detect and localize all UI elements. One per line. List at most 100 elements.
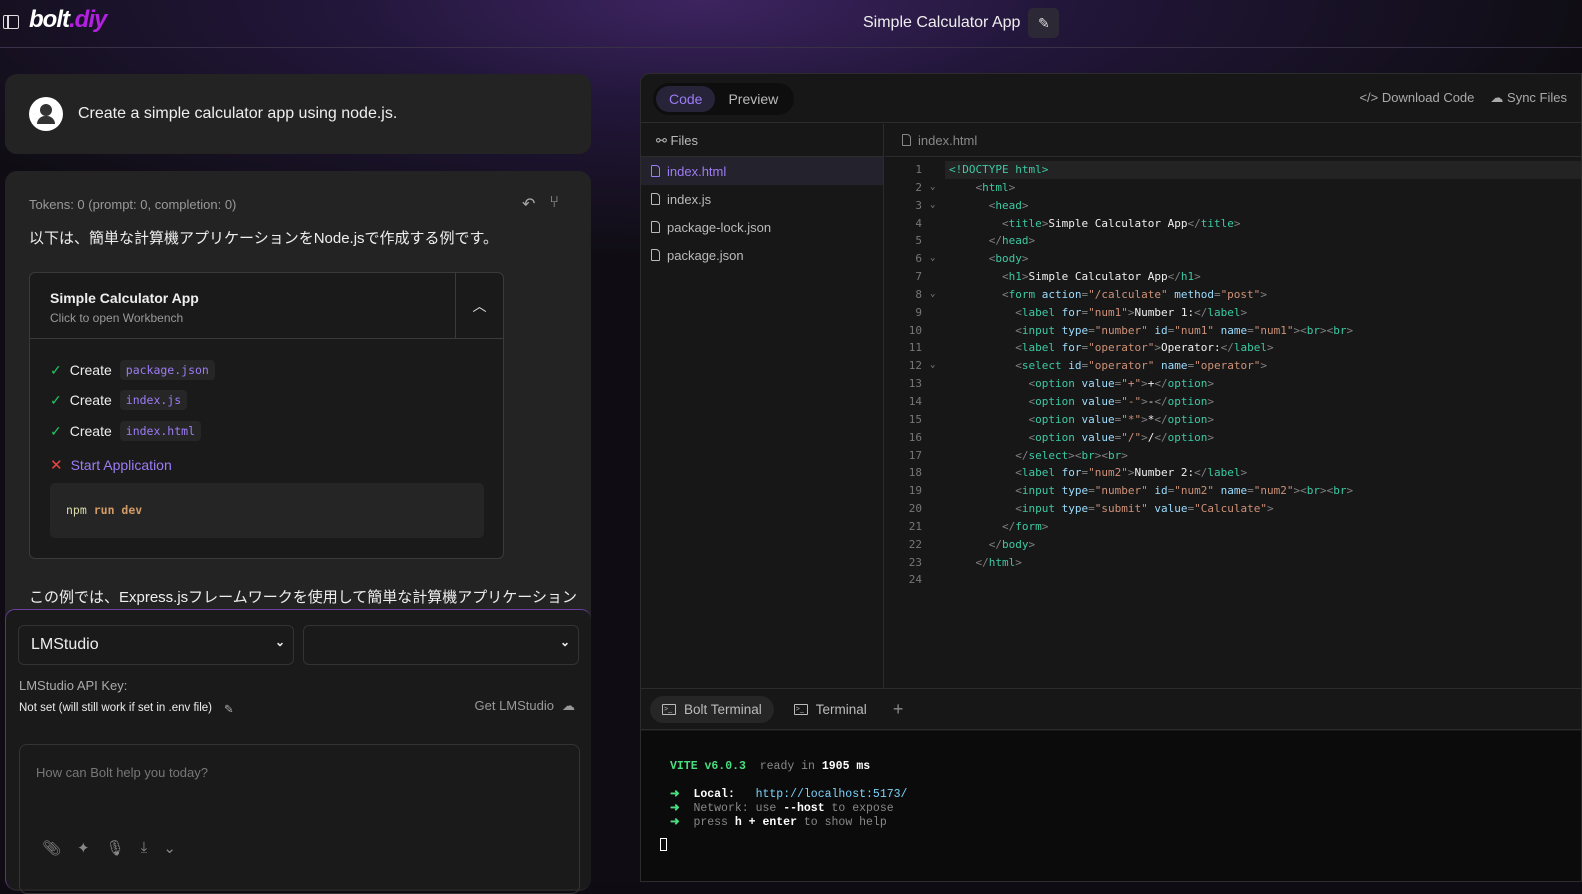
fold-chevron-icon[interactable]: ⌄: [930, 286, 935, 304]
check-icon: ✓: [50, 361, 62, 378]
fold-chevron-icon[interactable]: ⌄: [930, 357, 935, 375]
provider-select[interactable]: LMStudio ⌄: [18, 625, 294, 665]
logo[interactable]: bolt.diy: [29, 6, 107, 34]
token-count: Tokens: 0 (prompt: 0, completion: 0): [29, 197, 237, 212]
line-number: 1: [915, 163, 922, 176]
download-code-button[interactable]: </> Download Code: [1359, 90, 1474, 106]
file-chip[interactable]: package.json: [119, 360, 215, 380]
check-icon: ✓: [50, 422, 62, 439]
pencil-icon[interactable]: ✎: [224, 702, 234, 716]
assistant-intro: 以下は、簡単な計算機アプリケーションをNode.jsで作成する例です。: [29, 230, 499, 247]
artifact-subtitle: Click to open Workbench: [50, 311, 184, 325]
line-number: 20: [908, 502, 922, 516]
file-item[interactable]: package.json: [641, 241, 883, 269]
workbench: Code Preview </> Download Code ☁ Sync File…: [640, 73, 1582, 882]
model-select[interactable]: ⌄: [303, 625, 579, 665]
code-text: <body>: [988, 252, 1029, 266]
code-line: 7 <h1>Simple Calculator App</h1>: [885, 268, 1581, 286]
fork-icon[interactable]: ⑂: [549, 194, 559, 214]
start-label: Start Application: [70, 457, 172, 473]
prompt-input[interactable]: How can Bolt help you today? 📎︎ ✦ 🎙︎ ⤓ ⌄: [19, 744, 580, 894]
tab-terminal[interactable]: >_ Terminal: [782, 696, 879, 723]
chevron-up-icon: ︿: [472, 298, 487, 314]
file-item[interactable]: index.html: [641, 157, 883, 185]
code-line: 12 ⌄ <select id="operator" name="operator…: [885, 357, 1581, 375]
code-line: 18 <label for="num2">Number 2:</label>: [885, 464, 1581, 482]
enhance-icon[interactable]: ✦: [77, 839, 90, 857]
fold-chevron-icon[interactable]: ⌄: [930, 197, 935, 215]
get-provider-label: Get LMStudio: [474, 698, 555, 713]
line-number: 24: [908, 573, 922, 587]
code-line: 6 ⌄ <body>: [885, 250, 1581, 268]
code-text: <input type="number" id="num2" name="num…: [1015, 484, 1354, 498]
open-workbench-button[interactable]: Simple Calculator App Click to open Work…: [30, 273, 503, 339]
expose-text: to expose: [831, 802, 894, 815]
microphone-icon[interactable]: 🎙︎: [106, 839, 125, 857]
line-number: 16: [908, 430, 922, 444]
action-verb: Create: [69, 362, 112, 378]
edit-title-button[interactable]: ✎: [1028, 8, 1060, 38]
file-item[interactable]: index.js: [641, 185, 883, 213]
code-line: 4 <title>Simple Calculator App</title>: [885, 215, 1581, 233]
action-item: ✓ Create index.js: [50, 390, 188, 410]
line-number: 10: [908, 323, 922, 337]
terminal-output[interactable]: VITE v6.0.3 ready in 1905 ms ➜ Local: ht…: [641, 731, 1581, 881]
tab-bolt-terminal[interactable]: >_ Bolt Terminal: [650, 695, 774, 723]
file-chip[interactable]: index.html: [119, 421, 202, 441]
code-text: <label for="num1">Number 1:</label>: [1015, 305, 1248, 319]
artifact-card: Simple Calculator App Click to open Work…: [29, 272, 504, 559]
fold-chevron-icon[interactable]: ⌄: [930, 250, 935, 268]
code-text: <select id="operator" name="operator">: [1015, 359, 1267, 373]
host-flag: --host: [783, 802, 825, 815]
revert-icon[interactable]: ↶: [522, 194, 535, 214]
action-item: ✓ Create index.html: [50, 421, 202, 441]
attach-icon[interactable]: 📎︎: [42, 839, 61, 857]
add-terminal-button[interactable]: +: [893, 699, 904, 720]
terminal-cursor: [660, 838, 667, 851]
chevron-down-icon[interactable]: ⌄: [163, 839, 176, 857]
download-label: Download Code: [1381, 90, 1475, 105]
line-number: 15: [908, 412, 922, 426]
avatar: [29, 97, 63, 131]
header: bolt.diy Simple Calculator App ✎: [0, 0, 1582, 48]
tab-code[interactable]: Code: [656, 86, 716, 112]
command-args: run dev: [93, 503, 143, 517]
sync-label: Sync Files: [1507, 90, 1567, 105]
user-message: Create a simple calculator app using nod…: [5, 74, 591, 154]
code-line: 14 <option value="-">-</option>: [885, 393, 1581, 411]
sync-files-button[interactable]: ☁ Sync Files: [1490, 90, 1567, 106]
terminal-icon: >_: [662, 703, 676, 715]
code-text: </form>: [1001, 519, 1049, 533]
sidebar-toggle-icon[interactable]: [3, 15, 19, 29]
help-text: to show help: [803, 816, 887, 829]
code-editor[interactable]: index.html 1 <!DOCTYPE html> 2 ⌄ <html> 3 ⌄ <…: [885, 124, 1581, 688]
files-label: Files: [670, 133, 698, 148]
file-tree: ⚯ Files index.html index.js package-lock.j…: [641, 124, 884, 688]
tab-preview[interactable]: Preview: [715, 86, 791, 112]
line-number: 11: [908, 341, 922, 355]
terminal-icon: >_: [793, 703, 808, 715]
code-text: <head>: [988, 198, 1029, 212]
api-key-value: Not set (will still work if set in .env …: [19, 702, 212, 714]
file-name: package-lock.json: [667, 220, 772, 235]
code-line: 24: [885, 571, 1581, 589]
x-icon: ✕: [50, 457, 63, 474]
tab-label: Terminal: [815, 701, 867, 717]
file-item[interactable]: package-lock.json: [641, 213, 883, 241]
code-line: 8 ⌄ <form action="/calculate" method="pos…: [885, 286, 1581, 304]
line-number: 14: [908, 394, 922, 408]
collapse-button[interactable]: ︿: [455, 273, 503, 339]
pencil-icon: ✎: [1038, 14, 1050, 31]
code-line: 17 </select><br><br>: [885, 447, 1581, 465]
local-label: Local:: [693, 788, 735, 801]
import-icon[interactable]: ⤓: [141, 839, 148, 857]
file-chip[interactable]: index.js: [119, 390, 188, 410]
local-url[interactable]: http://localhost:5173/: [756, 788, 908, 801]
code-text: </head>: [988, 234, 1036, 248]
code-text: <option value="/">/</option>: [1028, 430, 1214, 444]
file-icon: [651, 221, 660, 233]
get-provider-link[interactable]: Get LMStudio ☁: [475, 698, 576, 714]
fold-chevron-icon[interactable]: ⌄: [930, 179, 935, 197]
code-text: <option value="*">*</option>: [1028, 412, 1214, 426]
file-icon: [902, 134, 911, 146]
